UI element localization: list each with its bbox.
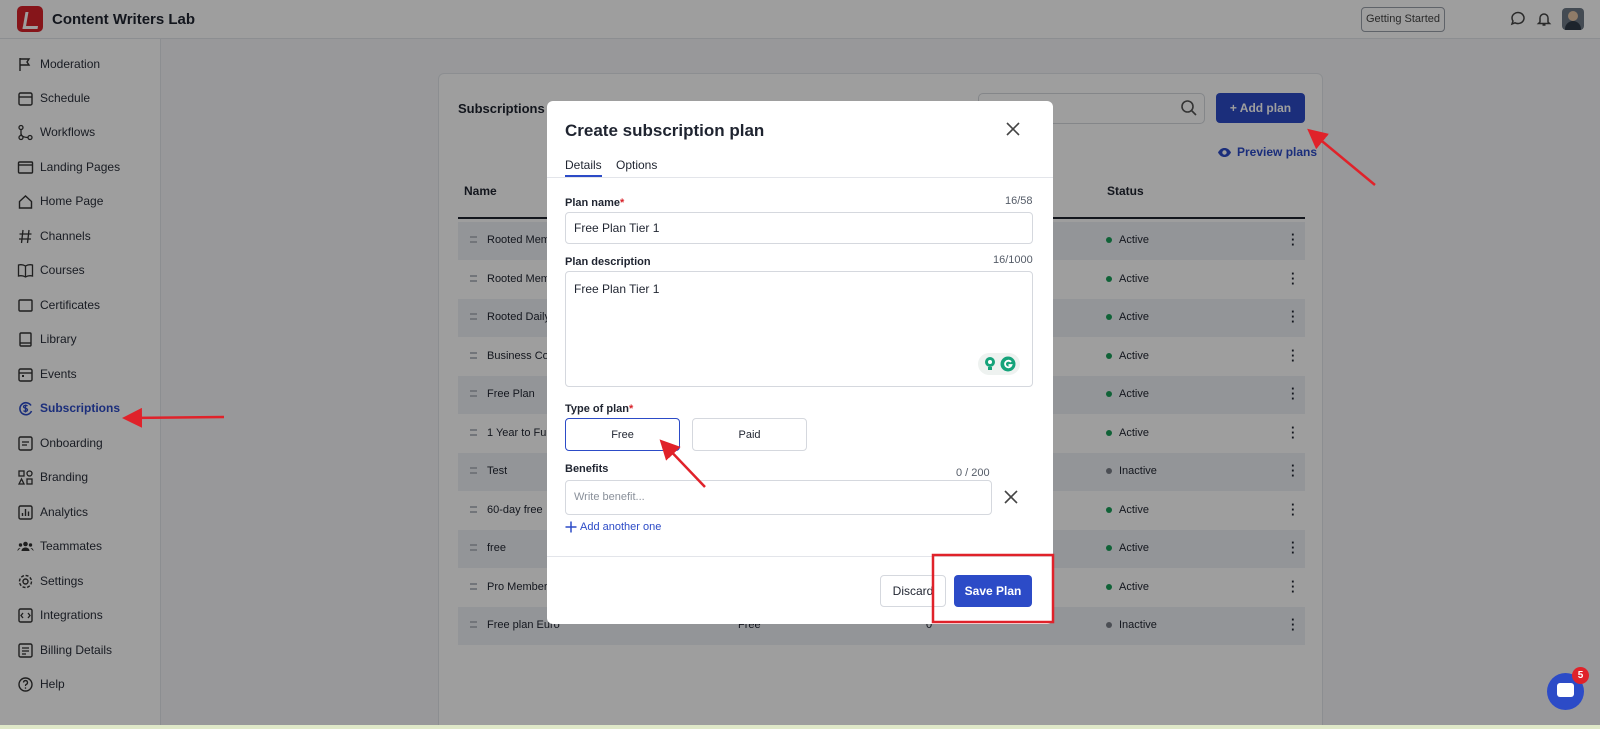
close-icon[interactable] xyxy=(1003,119,1023,139)
modal-title: Create subscription plan xyxy=(565,121,765,140)
add-another-benefit-link[interactable]: Add another one xyxy=(565,521,661,533)
create-plan-modal: Create subscription plan Details Options… xyxy=(547,101,1053,624)
benefit-field[interactable]: Write benefit... xyxy=(565,480,992,515)
plan-name-field[interactable]: Free Plan Tier 1 xyxy=(565,212,1033,244)
plan-description-field[interactable]: Free Plan Tier 1 xyxy=(565,271,1033,387)
type-of-plan-label: Type of plan* xyxy=(565,403,634,415)
footer-divider xyxy=(547,556,1053,557)
plan-type-paid-button[interactable]: Paid xyxy=(692,418,807,451)
add-another-label: Add another one xyxy=(580,521,662,533)
benefits-counter: 0 / 200 xyxy=(956,467,990,479)
save-plan-button[interactable]: Save Plan xyxy=(954,575,1032,607)
plan-name-counter: 16/58 xyxy=(1005,195,1033,207)
lightbulb-icon xyxy=(984,357,995,370)
discard-button[interactable]: Discard xyxy=(880,575,946,607)
bottom-strip xyxy=(0,725,1600,729)
chat-widget-button[interactable]: 5 xyxy=(1547,667,1589,710)
tab-options[interactable]: Options xyxy=(616,158,657,172)
remove-benefit-icon[interactable] xyxy=(1002,488,1020,506)
plan-description-label: Plan description xyxy=(565,256,651,268)
tab-details[interactable]: Details xyxy=(565,158,602,177)
plus-icon xyxy=(565,521,577,533)
plan-description-counter: 16/1000 xyxy=(993,254,1033,266)
benefits-label: Benefits xyxy=(565,463,609,475)
grammarly-widget[interactable] xyxy=(978,353,1020,375)
plan-type-free-button[interactable]: Free xyxy=(565,418,680,451)
plan-name-label: Plan name* xyxy=(565,197,625,209)
chat-badge: 5 xyxy=(1572,667,1589,684)
chat-bubble-icon xyxy=(1557,683,1574,697)
tabs-divider xyxy=(547,177,1053,178)
grammarly-icon xyxy=(1000,356,1015,372)
